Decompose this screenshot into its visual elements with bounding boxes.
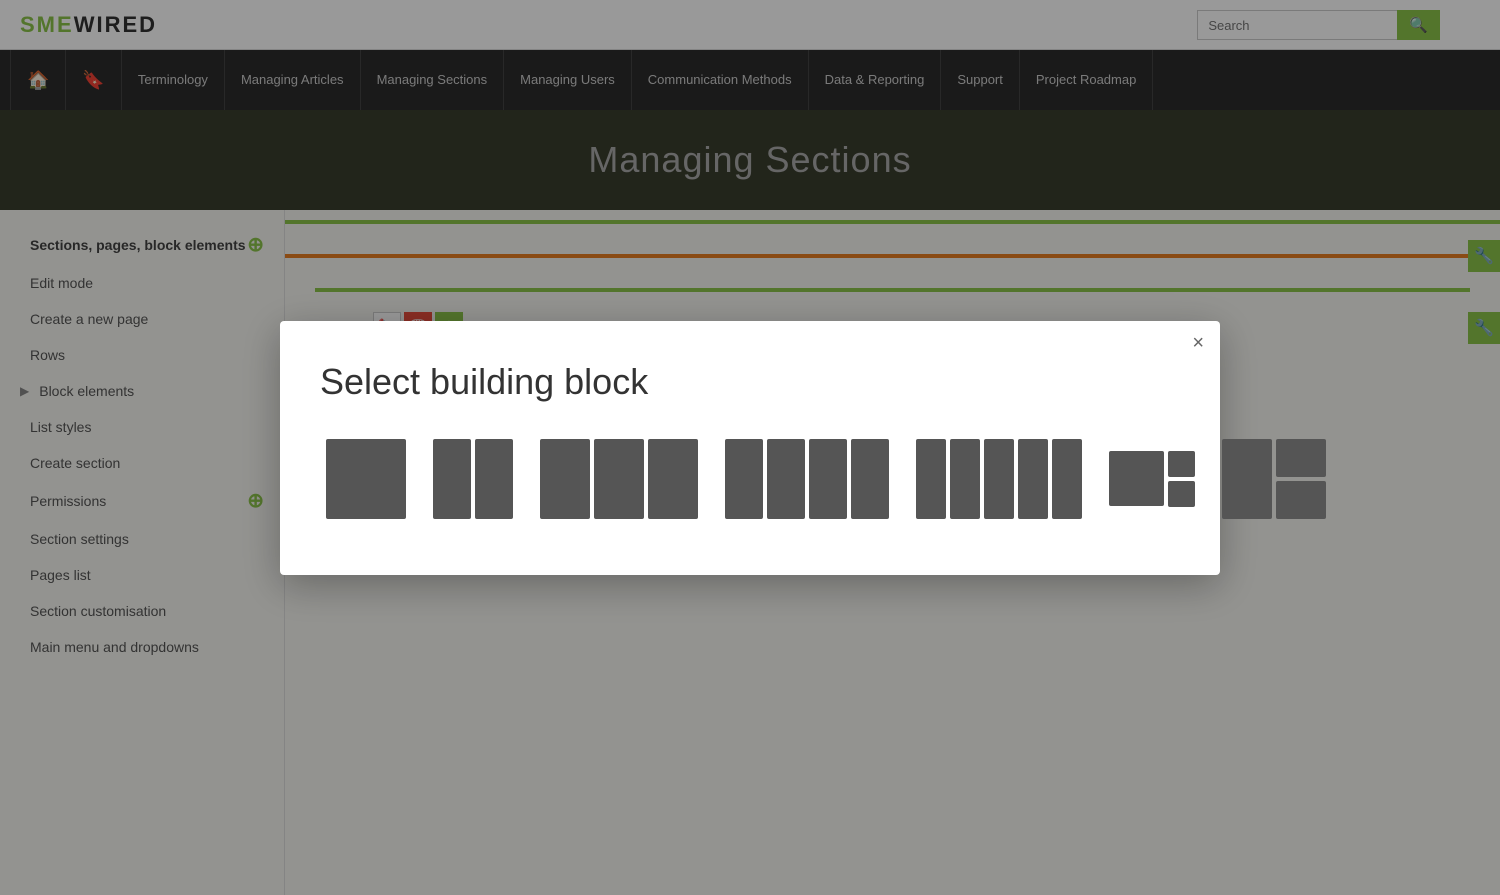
block-cell <box>1018 439 1048 519</box>
block-cell <box>1222 439 1272 519</box>
block-cell <box>1052 439 1082 519</box>
block-layout-4col[interactable] <box>719 433 895 525</box>
modal-overlay: × Select building block <box>0 0 1500 895</box>
layout-row <box>1222 439 1326 519</box>
block-cell <box>984 439 1014 519</box>
block-cell <box>767 439 805 519</box>
block-cell <box>851 439 889 519</box>
block-layout-1col[interactable] <box>320 433 412 525</box>
block-cell <box>326 439 406 519</box>
block-layout-2col[interactable] <box>427 433 519 525</box>
block-layout-3col[interactable] <box>534 433 704 525</box>
block-cell <box>594 439 644 519</box>
block-cell <box>1109 451 1164 506</box>
block-cell-group <box>1276 439 1326 519</box>
block-cell <box>1276 481 1326 519</box>
block-cell <box>648 439 698 519</box>
block-layout-5col[interactable] <box>910 433 1088 525</box>
block-cell <box>1276 439 1326 477</box>
block-cell <box>1168 481 1195 507</box>
block-options <box>320 433 1180 525</box>
modal-title: Select building block <box>320 361 1180 403</box>
block-cell <box>725 439 763 519</box>
block-layout-mixed1[interactable] <box>1103 445 1201 513</box>
block-cell <box>433 439 471 519</box>
block-cell <box>475 439 513 519</box>
block-layout-mixed2[interactable] <box>1216 433 1332 525</box>
block-cell <box>1168 451 1195 477</box>
block-cell <box>540 439 590 519</box>
block-cell <box>950 439 980 519</box>
modal-close-button[interactable]: × <box>1192 333 1204 353</box>
block-cell <box>916 439 946 519</box>
modal: × Select building block <box>280 321 1220 575</box>
block-cell-group <box>1168 451 1195 507</box>
block-cell <box>809 439 847 519</box>
layout-row <box>1109 451 1195 507</box>
